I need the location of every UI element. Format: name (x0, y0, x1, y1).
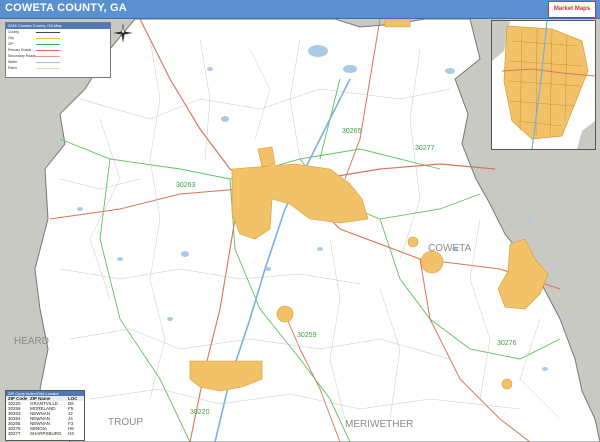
zip-label: 30220 (190, 409, 210, 416)
zip-code-cell: 30277 (8, 431, 21, 436)
lake (117, 257, 123, 261)
lake (542, 367, 548, 371)
urban-area (384, 19, 411, 28)
legend-swatch (36, 37, 60, 39)
lake (308, 45, 328, 57)
zip-label: 30276 (497, 340, 517, 347)
moreland-urban-area (276, 305, 294, 323)
lake (445, 68, 455, 74)
urban-area (407, 236, 419, 248)
publisher-logo: Market Maps (548, 1, 596, 18)
zip-code-table: ZIP Code Index/Grid Locator ZIP Code ZIP… (5, 390, 85, 441)
lake (317, 247, 323, 251)
zip-name-cell: SHARPSBURG (30, 431, 62, 436)
legend-swatch (36, 43, 60, 45)
legend-label: ZIP (8, 42, 14, 46)
compass-rose-icon (113, 23, 133, 43)
legend-swatch (36, 61, 60, 63)
county-label-troup: TROUP (108, 417, 143, 428)
legend-label: Water (8, 60, 18, 64)
zip-label: 30265 (342, 128, 362, 135)
legend-label: City (8, 36, 15, 40)
zip-label: 30263 (176, 182, 196, 189)
county-label-meriwether: MERIWETHER (345, 419, 413, 430)
legend-swatch (36, 55, 60, 57)
inset-map-svg (492, 21, 595, 149)
legend-label: Secondary Roads (8, 54, 36, 58)
lake (167, 317, 173, 321)
legend-label: Parks (8, 66, 17, 70)
logo-text: Market Maps (553, 6, 591, 12)
lake (77, 207, 83, 211)
lake (343, 65, 357, 73)
county-label-heard: HEARD (14, 336, 49, 347)
map-legend: 2016 Coweta County, GA Map County City Z… (5, 22, 111, 78)
zip-loc-cell: H3 (68, 431, 74, 436)
title-bar: COWETA COUNTY, GA Market Maps (0, 0, 600, 19)
inset-map (491, 20, 596, 150)
senoia-urban-area (420, 250, 444, 274)
map-poster: COWETA COUNTY, GA Market Maps 30263 3026… (0, 0, 600, 442)
urban-area (501, 378, 513, 390)
legend-row: Parks (6, 65, 110, 71)
legend-label: Primary Roads (8, 48, 32, 52)
lake (181, 251, 189, 257)
zip-table-row: 30277 SHARPSBURG H3 (6, 431, 84, 436)
lake (265, 267, 271, 271)
legend-swatch (36, 31, 60, 33)
map-title: COWETA COUNTY, GA (5, 2, 127, 14)
lake (207, 67, 213, 71)
county-label-coweta: COWETA (428, 243, 471, 254)
zip-label: 30259 (297, 332, 317, 339)
zip-label: 30277 (415, 145, 435, 152)
legend-swatch (36, 67, 60, 69)
lake (527, 217, 533, 221)
lake (221, 116, 229, 122)
legend-label: County (8, 30, 20, 34)
legend-swatch (36, 49, 60, 51)
